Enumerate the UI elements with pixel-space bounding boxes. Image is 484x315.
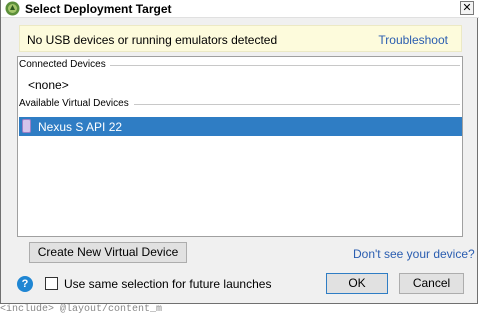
connected-empty-label: <none> — [28, 78, 69, 92]
background-editor-text: <include> @layout/content_m — [0, 304, 163, 315]
phone-icon — [22, 119, 31, 133]
create-virtual-device-button[interactable]: Create New Virtual Device — [29, 242, 187, 263]
available-devices-header: Available Virtual Devices — [19, 98, 129, 109]
group-divider — [110, 65, 460, 66]
dont-see-device-link[interactable]: Don't see your device? — [353, 247, 475, 261]
device-list[interactable]: Connected Devices <none> Available Virtu… — [17, 56, 463, 237]
ok-button[interactable]: OK — [326, 273, 388, 294]
same-selection-label[interactable]: Use same selection for future launches — [64, 277, 271, 291]
troubleshoot-link[interactable]: Troubleshoot — [378, 33, 448, 47]
connected-devices-header: Connected Devices — [19, 59, 106, 70]
cancel-button[interactable]: Cancel — [399, 273, 464, 294]
close-button[interactable]: ✕ — [460, 1, 474, 15]
dialog-title: Select Deployment Target — [25, 2, 172, 16]
title-bar: Select Deployment Target ✕ — [1, 0, 479, 18]
dialog-window: Select Deployment Target ✕ No USB device… — [0, 0, 479, 304]
group-divider — [134, 104, 460, 105]
banner-message: No USB devices or running emulators dete… — [27, 33, 278, 47]
device-row-nexus-s[interactable]: Nexus S API 22 — [19, 117, 462, 136]
status-banner: No USB devices or running emulators dete… — [19, 25, 462, 52]
help-icon[interactable]: ? — [17, 276, 33, 292]
device-name: Nexus S API 22 — [38, 120, 123, 134]
android-studio-icon — [5, 1, 20, 16]
same-selection-checkbox[interactable] — [45, 277, 58, 290]
